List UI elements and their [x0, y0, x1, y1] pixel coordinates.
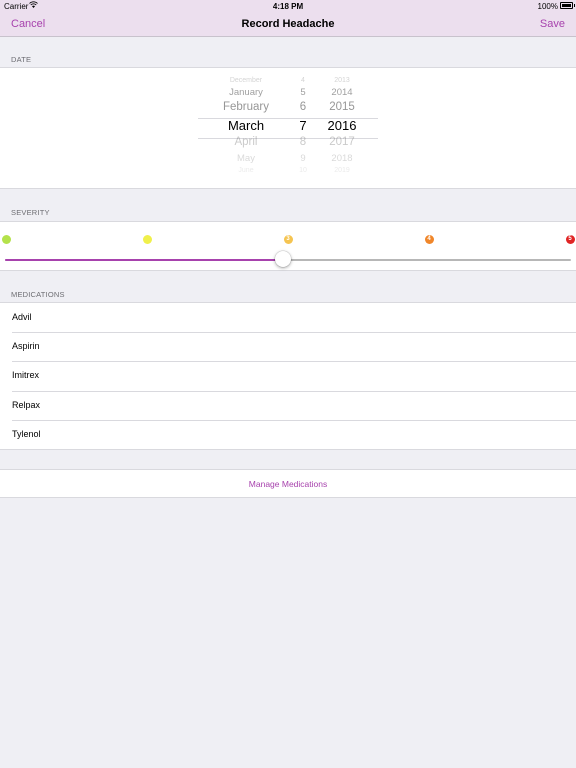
picker-year: 2013	[334, 76, 350, 84]
picker-row[interactable]: February 6 2015	[198, 101, 378, 117]
medication-row[interactable]: Relpax	[0, 390, 576, 420]
picker-day: 9	[300, 153, 306, 165]
picker-day: 6	[299, 101, 307, 114]
battery-percentage: 100%	[537, 2, 558, 11]
status-bar: Carrier 4:18 PM 100%	[0, 0, 576, 12]
medication-row[interactable]: Aspirin	[0, 332, 576, 361]
medications-list: Advil Aspirin Imitrex Relpax Tylenol	[0, 302, 576, 450]
severity-section-header: SEVERITY	[11, 208, 50, 217]
picker-year: 2019	[334, 166, 350, 174]
severity-section: 1 2 3 4 5	[0, 221, 576, 271]
medication-row[interactable]: Advil	[0, 303, 576, 332]
manage-medications-button[interactable]: Manage Medications	[0, 469, 576, 498]
picker-month: January	[229, 87, 263, 99]
date-section-header: DATE	[11, 55, 32, 64]
severity-level-1-icon: 1	[1, 235, 11, 244]
picker-month: May	[237, 153, 255, 165]
save-button[interactable]: Save	[540, 18, 565, 30]
picker-month: June	[238, 166, 254, 174]
picker-month: March	[227, 117, 265, 133]
picker-year: 2017	[329, 136, 355, 149]
status-time: 4:18 PM	[272, 2, 304, 11]
picker-month: February	[222, 101, 270, 114]
picker-row[interactable]: June 10 2019	[198, 167, 378, 183]
picker-year: 2016	[327, 117, 357, 133]
picker-month: December	[229, 76, 263, 84]
severity-level-5-icon: 5	[565, 235, 575, 244]
page-title: Record Headache	[241, 18, 335, 30]
medication-row[interactable]: Imitrex	[0, 361, 576, 390]
picker-month: April	[234, 136, 258, 149]
picker-day: 4	[301, 76, 305, 84]
picker-day: 7	[299, 117, 307, 133]
date-section: December 4 2013 January 5 2014 February 6 2015 Ma…	[0, 67, 576, 189]
date-picker[interactable]: December 4 2013 January 5 2014 February 6 2015 Ma…	[198, 76, 378, 176]
severity-slider-thumb[interactable]	[275, 251, 291, 267]
picker-day: 5	[300, 87, 306, 99]
picker-day: 8	[299, 136, 307, 149]
picker-year: 2015	[329, 101, 355, 114]
severity-level-2-icon: 2	[142, 235, 152, 244]
severity-slider-fill	[5, 259, 288, 261]
severity-level-3-icon: 3	[283, 235, 293, 244]
picker-day: 10	[299, 166, 307, 174]
battery-icon	[560, 2, 575, 9]
severity-level-4-icon: 4	[424, 235, 434, 244]
picker-year: 2014	[331, 87, 353, 99]
medications-section-header: MEDICATIONS	[11, 290, 65, 299]
picker-row-selected[interactable]: March 7 2016	[198, 118, 378, 134]
medication-row[interactable]: Tylenol	[0, 419, 576, 449]
picker-row[interactable]: April 8 2017	[198, 136, 378, 152]
navigation-bar: Carrier 4:18 PM 100% Cancel Record Heada…	[0, 0, 576, 37]
picker-year: 2018	[331, 153, 353, 165]
